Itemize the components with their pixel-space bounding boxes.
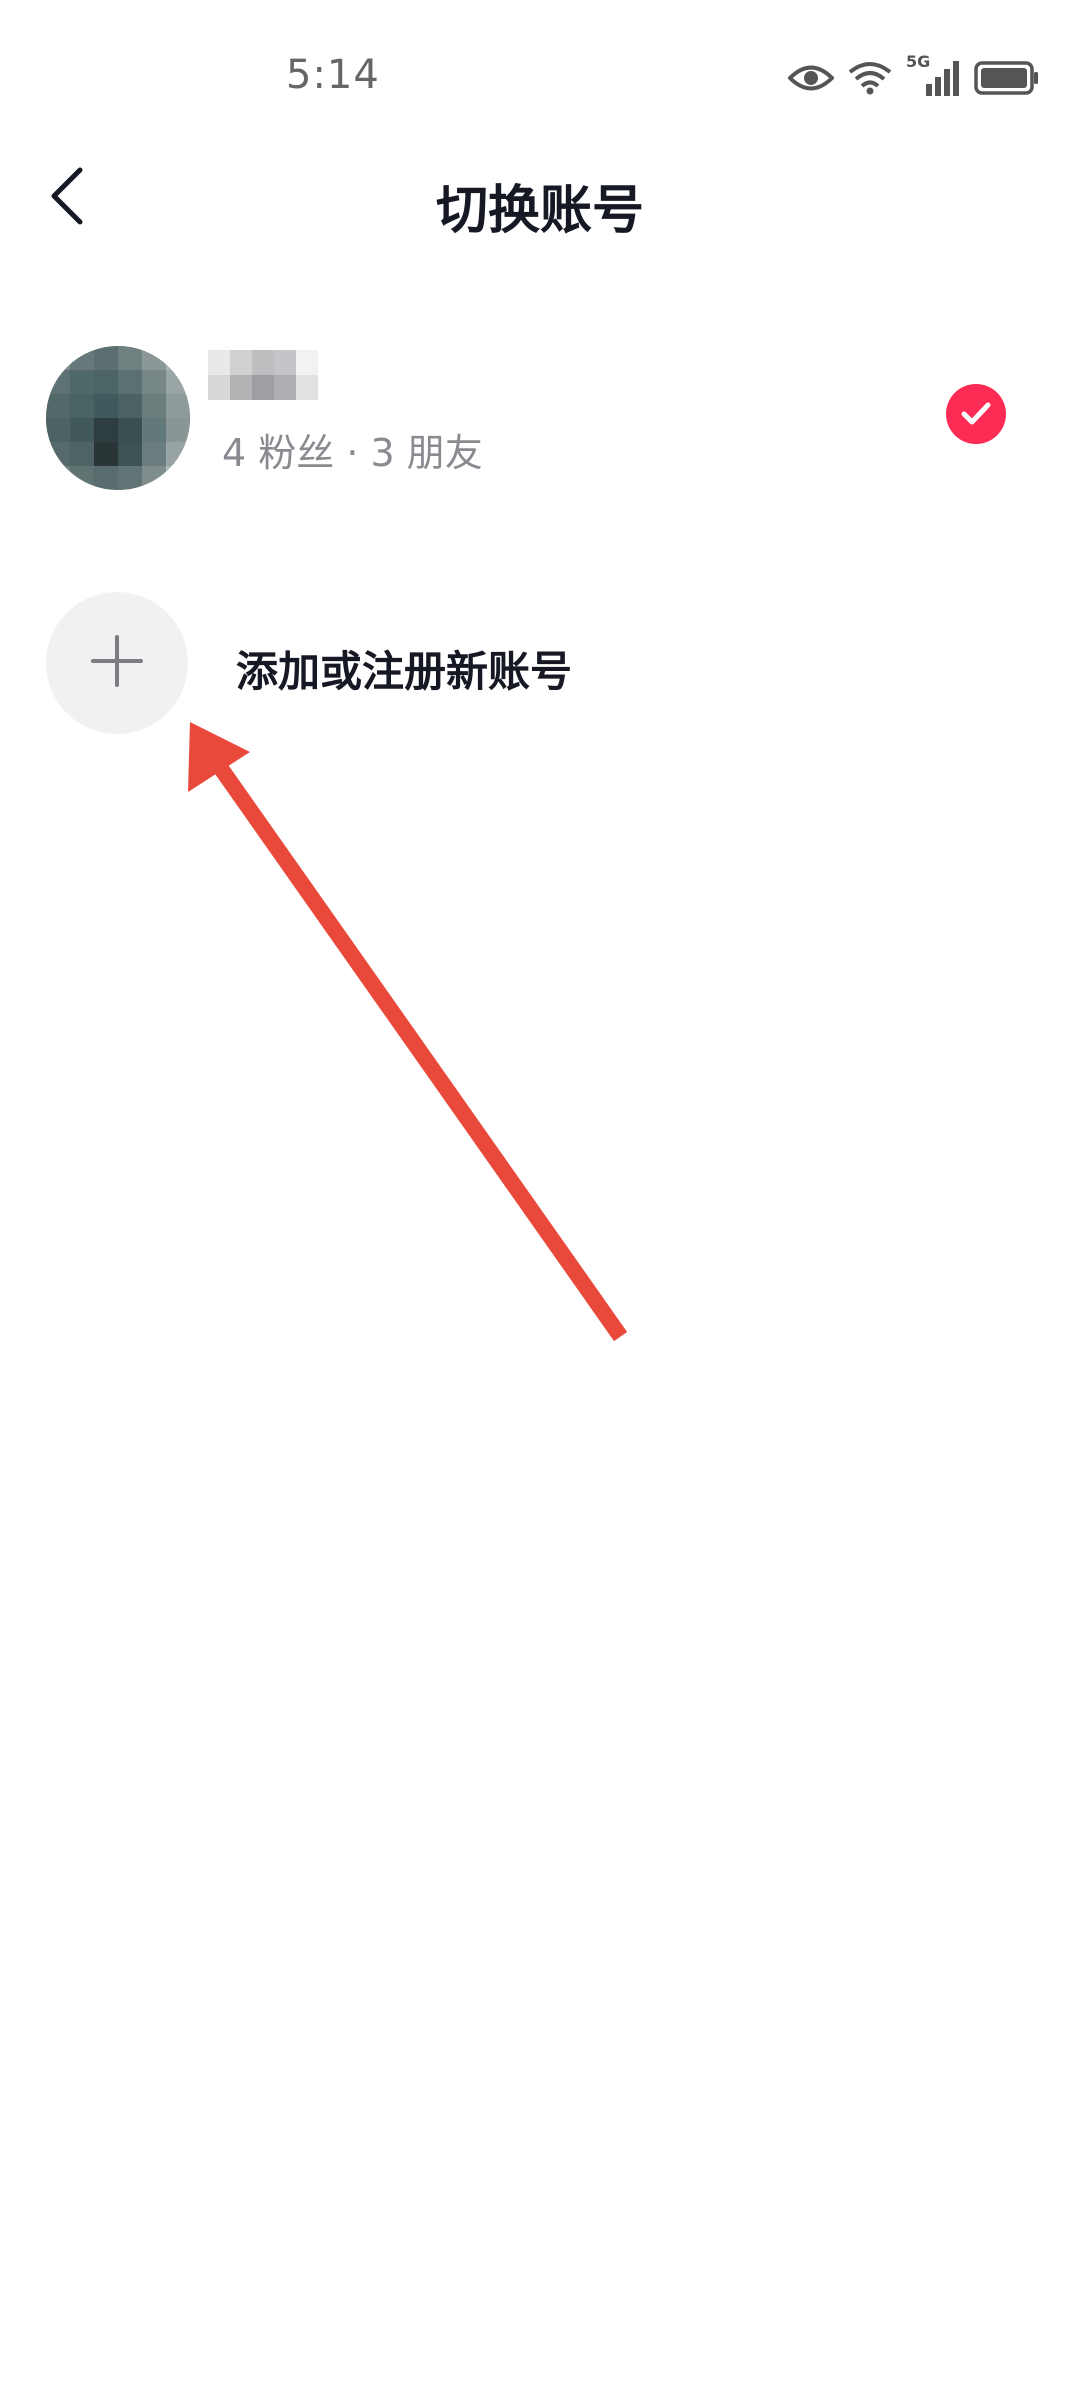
battery-icon (974, 60, 1040, 96)
status-time: 5:14 (286, 52, 380, 98)
avatar (46, 346, 190, 490)
add-account-label: 添加或注册新账号 (236, 647, 573, 696)
plus-icon (89, 633, 145, 693)
eye-icon (788, 63, 834, 93)
account-row[interactable]: 4 粉丝 · 3 朋友 (0, 340, 1080, 490)
wifi-icon (848, 60, 892, 96)
switch-account-screen: 5:14 5G 切换账号 4 粉丝 · 3 朋友 添加或注册新账号 (0, 0, 1080, 2400)
selected-check-icon (946, 384, 1006, 444)
add-account-circle (46, 592, 188, 734)
signal-icon: 5G (906, 52, 960, 98)
account-stats: 4 粉丝 · 3 朋友 (222, 431, 483, 475)
network-type-label: 5G (906, 52, 931, 71)
username-pixelated (208, 350, 318, 400)
status-icons: 5G (788, 52, 1040, 102)
header: 切换账号 (0, 140, 1080, 260)
avatar-pixelated (46, 346, 190, 490)
add-account-button[interactable]: 添加或注册新账号 (0, 588, 1080, 734)
page-title: 切换账号 (435, 181, 644, 241)
status-bar: 5:14 5G (0, 0, 1080, 140)
